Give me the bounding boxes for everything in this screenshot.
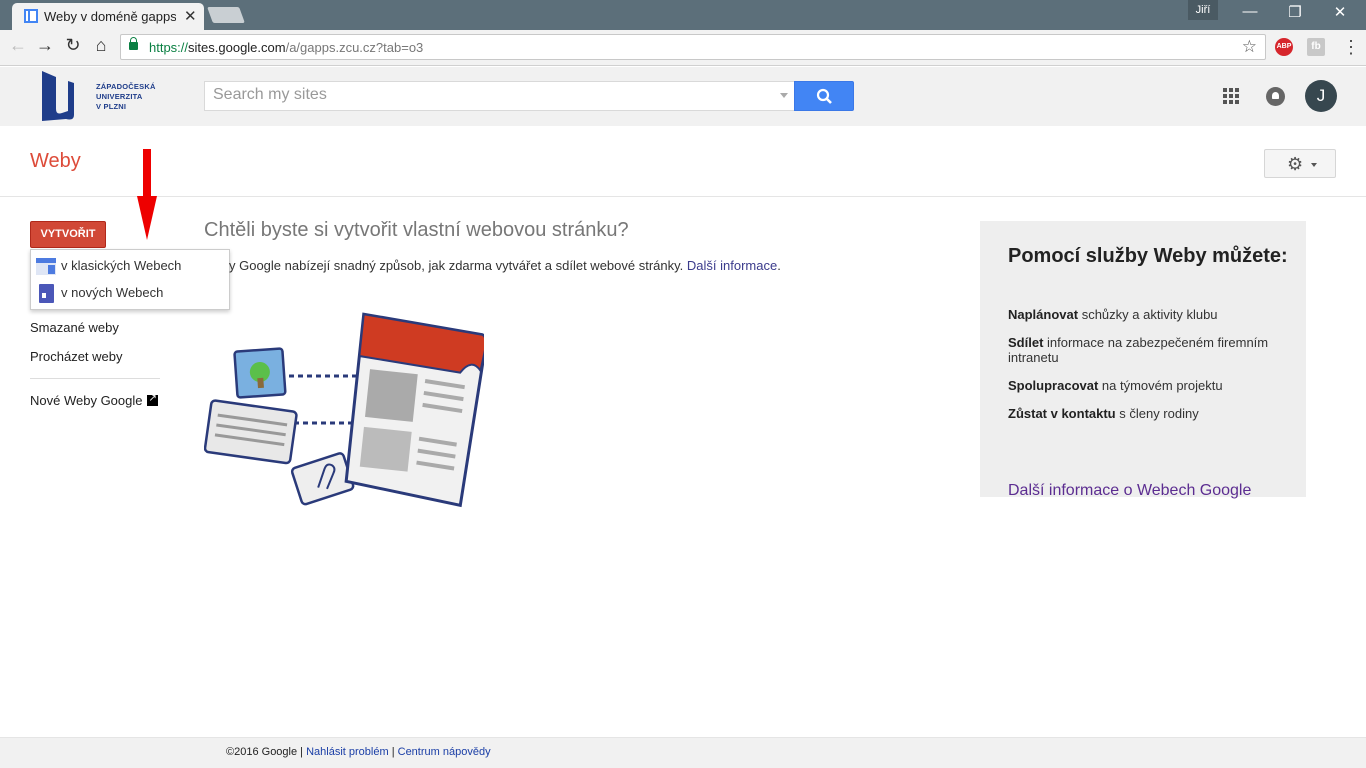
search-box bbox=[204, 81, 795, 111]
main-headline: Chtěli byste si vytvořit vlastní webovou… bbox=[204, 219, 629, 241]
sites-illustration-icon bbox=[204, 312, 484, 508]
intro-text: y Google nabízejí snadný způsob, jak zda… bbox=[229, 258, 781, 273]
reload-icon[interactable]: ↻ bbox=[62, 35, 84, 56]
university-logo-text: ZÁPADOČESKÁ UNIVERZITA V PLZNI bbox=[96, 82, 156, 111]
new-sites-icon bbox=[39, 284, 54, 303]
external-link-icon bbox=[146, 393, 158, 406]
gear-icon: ⚙ bbox=[1287, 154, 1304, 174]
page-title[interactable]: Weby bbox=[30, 150, 81, 173]
bookmark-star-icon[interactable]: ☆ bbox=[1242, 37, 1257, 57]
help-center-link[interactable]: Centrum nápovědy bbox=[398, 746, 491, 758]
sites-favicon-icon bbox=[24, 9, 38, 23]
search-icon bbox=[816, 88, 832, 104]
create-dropdown-menu: v klasických Webech v nových Webech bbox=[30, 249, 230, 310]
info-item: Zůstat v kontaktu s členy rodiny bbox=[1008, 406, 1199, 421]
profile-chip[interactable]: Jiří bbox=[1188, 0, 1218, 20]
chevron-down-icon bbox=[1311, 163, 1317, 167]
info-item: Spolupracovat na týmovém projektu bbox=[1008, 378, 1223, 393]
restore-icon[interactable]: ❐ bbox=[1275, 3, 1315, 21]
search-input[interactable] bbox=[213, 86, 773, 104]
lock-icon bbox=[129, 37, 138, 50]
close-window-icon[interactable]: ✕ bbox=[1320, 3, 1360, 21]
search-dropdown-caret-icon[interactable] bbox=[780, 93, 788, 98]
sidebar-divider bbox=[30, 378, 160, 379]
info-panel-title: Pomocí služby Weby můžete: bbox=[1008, 245, 1288, 267]
info-item: Sdílet informace na zabezpečeném firemní… bbox=[1008, 335, 1269, 365]
new-tab-button[interactable] bbox=[207, 7, 245, 23]
menu-item-classic-sites[interactable]: v klasických Webech bbox=[31, 253, 229, 277]
address-bar[interactable]: https://sites.google.com/a/gapps.zcu.cz?… bbox=[120, 34, 1266, 60]
info-item: Naplánovat schůzky a aktivity klubu bbox=[1008, 307, 1218, 322]
create-button[interactable]: VYTVOŘIT bbox=[30, 221, 106, 248]
tab-close-icon[interactable]: ✕ bbox=[184, 7, 197, 25]
avatar[interactable]: J bbox=[1305, 80, 1337, 112]
copyright: ©2016 Google bbox=[226, 746, 298, 758]
minimize-icon[interactable]: — bbox=[1230, 3, 1270, 20]
annotation-arrow-shaft bbox=[143, 149, 151, 199]
tab-title: Weby v doméně gapps.zcu.cz bbox=[44, 9, 176, 24]
sidebar-item-browse-sites[interactable]: Procházet weby bbox=[30, 349, 123, 364]
sidebar-item-deleted-sites[interactable]: Smazané weby bbox=[30, 320, 119, 335]
home-icon[interactable]: ⌂ bbox=[90, 35, 112, 56]
browser-titlebar: Weby v doméně gapps.zcu.cz ✕ Jiří — ❐ ✕ bbox=[0, 0, 1366, 30]
notifications-bell-icon[interactable] bbox=[1266, 87, 1285, 106]
sidebar-item-new-google-sites[interactable]: Nové Weby Google bbox=[30, 393, 158, 408]
sites-header: ZÁPADOČESKÁ UNIVERZITA V PLZNI J bbox=[0, 67, 1366, 126]
adblock-extension-icon[interactable]: ABP bbox=[1275, 38, 1293, 56]
browser-toolbar: ← → ↻ ⌂ https://sites.google.com/a/gapps… bbox=[0, 30, 1366, 66]
classic-sites-icon bbox=[36, 258, 56, 275]
footer-links: ©2016 Google | Nahlásit problém | Centru… bbox=[226, 746, 491, 758]
university-logo-icon[interactable] bbox=[42, 69, 74, 121]
fb-extension-icon[interactable]: fb bbox=[1307, 38, 1325, 56]
footer: ©2016 Google | Nahlásit problém | Centru… bbox=[0, 737, 1366, 768]
url-text: https://sites.google.com/a/gapps.zcu.cz?… bbox=[149, 40, 424, 55]
chrome-menu-icon[interactable]: ⋮ bbox=[1342, 37, 1360, 58]
menu-item-new-sites[interactable]: v nových Webech bbox=[31, 280, 229, 304]
back-arrow-icon[interactable]: ← bbox=[7, 35, 29, 56]
browser-tab[interactable]: Weby v doméně gapps.zcu.cz ✕ bbox=[12, 3, 204, 30]
settings-button[interactable]: ⚙ bbox=[1264, 149, 1336, 178]
report-problem-link[interactable]: Nahlásit problém bbox=[306, 746, 389, 758]
annotation-arrow-icon bbox=[137, 196, 157, 240]
apps-grid-icon[interactable] bbox=[1223, 88, 1239, 104]
forward-arrow-icon[interactable]: → bbox=[34, 35, 56, 56]
divider bbox=[0, 196, 1366, 197]
search-button[interactable] bbox=[794, 81, 854, 111]
info-panel: Pomocí služby Weby můžete: Naplánovat sc… bbox=[980, 221, 1306, 500]
learn-more-google-sites-link[interactable]: Další informace o Webech Google bbox=[1008, 482, 1251, 500]
more-info-link[interactable]: Další informace bbox=[687, 258, 777, 273]
